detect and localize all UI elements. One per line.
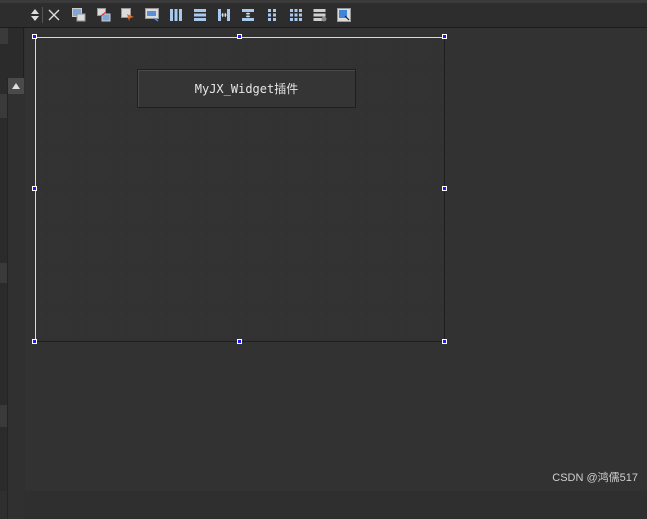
designer-toolbar xyxy=(0,0,647,28)
resize-handle-top[interactable] xyxy=(237,34,242,39)
close-icon[interactable] xyxy=(47,8,61,22)
edit-widgets-icon[interactable] xyxy=(72,8,86,22)
toolbar-separator xyxy=(42,7,43,23)
resize-handle-top-right[interactable] xyxy=(442,34,447,39)
widget-box-panel xyxy=(0,28,24,519)
edit-signals-slots-icon[interactable] xyxy=(97,8,111,22)
resize-handle-bottom-left[interactable] xyxy=(32,339,37,344)
scroll-up-button[interactable] xyxy=(8,78,24,94)
myjx-widget-button[interactable]: MyJX_Widget插件 xyxy=(137,69,356,108)
layout-vertical-icon[interactable] xyxy=(193,8,207,22)
resize-handle-left[interactable] xyxy=(32,186,37,191)
resize-handle-bottom[interactable] xyxy=(237,339,242,344)
watermark-text: CSDN @鸿儒517 xyxy=(552,472,638,484)
layout-grid-icon[interactable] xyxy=(289,8,303,22)
panel-scrollbar[interactable] xyxy=(7,78,24,519)
layout-horizontal-splitter-icon[interactable] xyxy=(217,8,231,22)
resize-handle-top-left[interactable] xyxy=(32,34,37,39)
resize-handle-right[interactable] xyxy=(442,186,447,191)
layout-form-icon[interactable] xyxy=(265,8,279,22)
panel-tab[interactable] xyxy=(0,28,8,44)
edit-buddies-icon[interactable] xyxy=(121,8,135,22)
edit-tab-order-icon[interactable] xyxy=(145,8,159,22)
chevron-up-icon xyxy=(12,83,20,89)
break-layout-icon[interactable] xyxy=(313,8,327,22)
sort-updown-icon[interactable] xyxy=(28,8,42,22)
layout-vertical-splitter-icon[interactable] xyxy=(241,8,255,22)
layout-horizontal-icon[interactable] xyxy=(169,8,183,22)
resize-handle-bottom-right[interactable] xyxy=(442,339,447,344)
toolbar-top-edge xyxy=(0,0,647,3)
adjust-size-icon[interactable] xyxy=(337,8,351,22)
